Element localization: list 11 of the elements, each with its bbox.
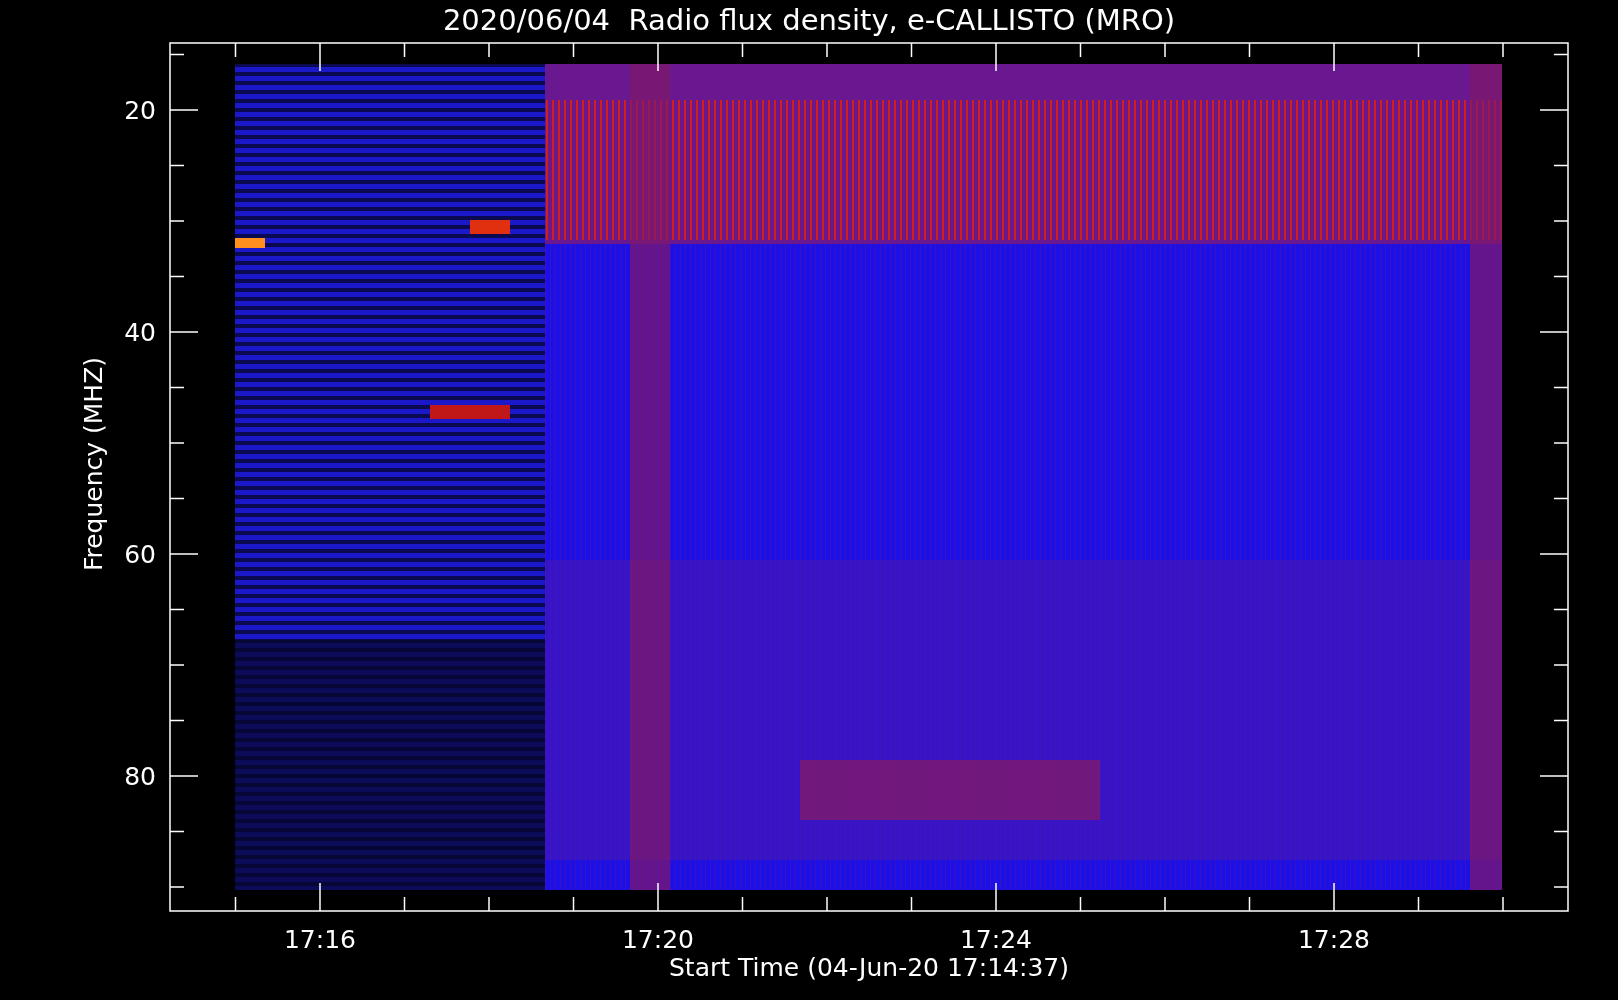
y-tick-label: 20 <box>124 96 156 125</box>
plot-title: 2020/06/04 Radio flux density, e-CALLISTO (MRO) <box>441 2 1177 39</box>
y-tick-label: 40 <box>124 318 156 347</box>
x-tick-label: 17:24 <box>960 925 1032 954</box>
x-tick-label: 17:28 <box>1298 925 1370 954</box>
y-axis-label: Frequency (MHZ) <box>79 356 108 572</box>
y-tick-label: 60 <box>124 540 156 569</box>
x-axis-label: Start Time (04-Jun-20 17:14:37) <box>669 953 1069 982</box>
x-tick-label: 17:16 <box>284 925 356 954</box>
y-tick-label: 80 <box>124 762 156 791</box>
x-tick-label: 17:20 <box>622 925 694 954</box>
